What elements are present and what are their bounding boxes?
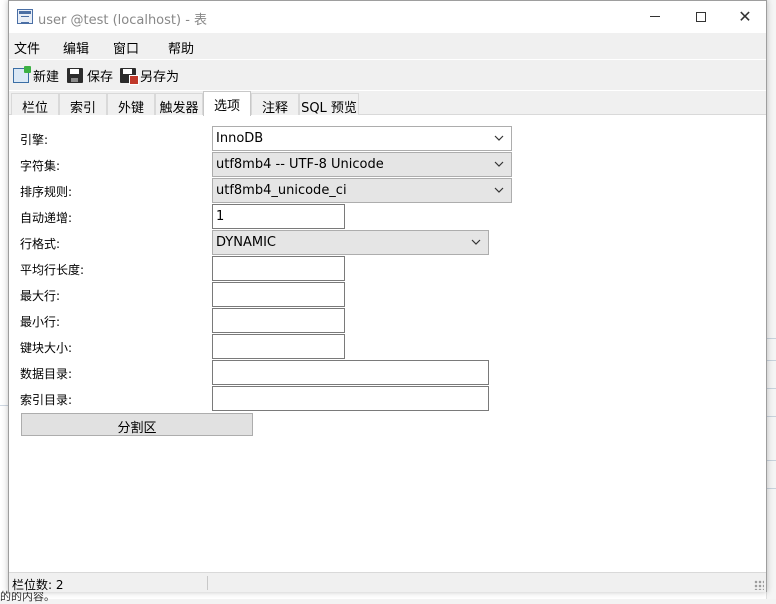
charset-label: 字符集: [20, 159, 61, 173]
resize-grip-icon[interactable] [754, 580, 764, 590]
collation-label: 排序规则: [20, 185, 73, 199]
tab-options[interactable]: 选项 [203, 91, 251, 116]
tab-triggers[interactable]: 触发器 [155, 93, 203, 116]
background-row-line [766, 338, 776, 339]
chevron-down-icon [493, 131, 505, 145]
title-bar[interactable]: user @test (localhost) - 表 ✕ [9, 1, 766, 32]
collation-value: utf8mb4_unicode_ci [216, 183, 347, 198]
partition-button[interactable]: 分割区 [21, 413, 253, 436]
new-label: 新建 [33, 69, 60, 85]
tab-fields[interactable]: 栏位 [11, 93, 59, 116]
chevron-down-icon [470, 235, 482, 249]
toolbar: 新建 保存 另存为 [9, 60, 766, 90]
avg-row-length-input[interactable] [212, 256, 345, 281]
charset-value: utf8mb4 -- UTF-8 Unicode [216, 157, 384, 172]
row-format-label: 行格式: [20, 237, 61, 251]
row-format-select[interactable]: DYNAMIC [212, 230, 489, 255]
max-rows-label: 最大行: [20, 289, 61, 303]
options-panel: 引擎: InnoDB 字符集: utf8mb4 -- UTF-8 Unicode… [9, 115, 766, 571]
avg-row-length-label: 平均行长度: [20, 263, 85, 277]
maximize-button[interactable] [678, 1, 724, 32]
window-title: user @test (localhost) - 表 [38, 13, 208, 28]
save-button[interactable]: 保存 [67, 65, 113, 85]
tab-comments[interactable]: 注释 [251, 93, 299, 116]
close-button[interactable]: ✕ [722, 1, 768, 32]
menu-help[interactable]: 帮助 [168, 38, 194, 57]
background-row-line [766, 460, 776, 461]
min-rows-input[interactable] [212, 308, 345, 333]
new-button[interactable]: 新建 [13, 65, 59, 85]
table-icon [17, 9, 33, 24]
status-bar: 栏位数: 2 [9, 572, 766, 592]
data-directory-label: 数据目录: [20, 367, 73, 381]
auto-increment-label: 自动递增: [20, 211, 73, 225]
save-as-label: 另存为 [140, 69, 180, 85]
key-block-size-label: 键块大小: [20, 341, 73, 355]
collation-select[interactable]: utf8mb4_unicode_ci [212, 178, 512, 203]
menu-window[interactable]: 窗口 [113, 38, 139, 57]
key-block-size-input[interactable] [212, 334, 345, 359]
engine-label: 引擎: [20, 133, 49, 147]
field-count-status: 栏位数: 2 [12, 578, 64, 592]
background-row-line [766, 488, 776, 489]
tab-indexes[interactable]: 索引 [59, 93, 107, 116]
minimize-button[interactable] [632, 1, 678, 32]
tab-foreign-keys[interactable]: 外键 [107, 93, 155, 116]
tab-sql-preview[interactable]: SQL 预览 [299, 93, 359, 116]
menu-bar: 文件 编辑 窗口 帮助 [9, 33, 766, 59]
chevron-down-icon [493, 183, 505, 197]
table-design-window: user @test (localhost) - 表 ✕ 文件 编辑 窗口 帮助… [8, 0, 767, 592]
max-rows-input[interactable] [212, 282, 345, 307]
background-row-line [766, 388, 776, 389]
engine-select[interactable]: InnoDB [212, 126, 512, 151]
engine-value: InnoDB [216, 131, 264, 146]
save-label: 保存 [87, 69, 114, 85]
save-as-button[interactable]: 另存为 [120, 65, 179, 85]
minimize-icon [650, 16, 660, 17]
charset-select[interactable]: utf8mb4 -- UTF-8 Unicode [212, 152, 512, 177]
close-icon: ✕ [738, 6, 752, 26]
save-icon [67, 67, 83, 83]
menu-file[interactable]: 文件 [14, 38, 40, 57]
auto-increment-input[interactable]: 1 [212, 204, 345, 229]
min-rows-label: 最小行: [20, 315, 61, 329]
background-row-line [766, 360, 776, 361]
menu-edit[interactable]: 编辑 [63, 38, 89, 57]
data-directory-input[interactable] [212, 360, 489, 385]
background-right-strip [766, 0, 776, 599]
tab-bar: 栏位 索引 外键 触发器 选项 注释 SQL 预览 [9, 91, 766, 116]
chevron-down-icon [493, 157, 505, 171]
row-format-value: DYNAMIC [216, 235, 276, 250]
index-directory-label: 索引目录: [20, 393, 73, 407]
maximize-icon [696, 11, 706, 22]
index-directory-input[interactable] [212, 386, 489, 411]
save-as-icon [120, 67, 139, 85]
new-table-icon [13, 65, 31, 83]
status-separator [207, 576, 208, 590]
background-row-line [766, 416, 776, 417]
